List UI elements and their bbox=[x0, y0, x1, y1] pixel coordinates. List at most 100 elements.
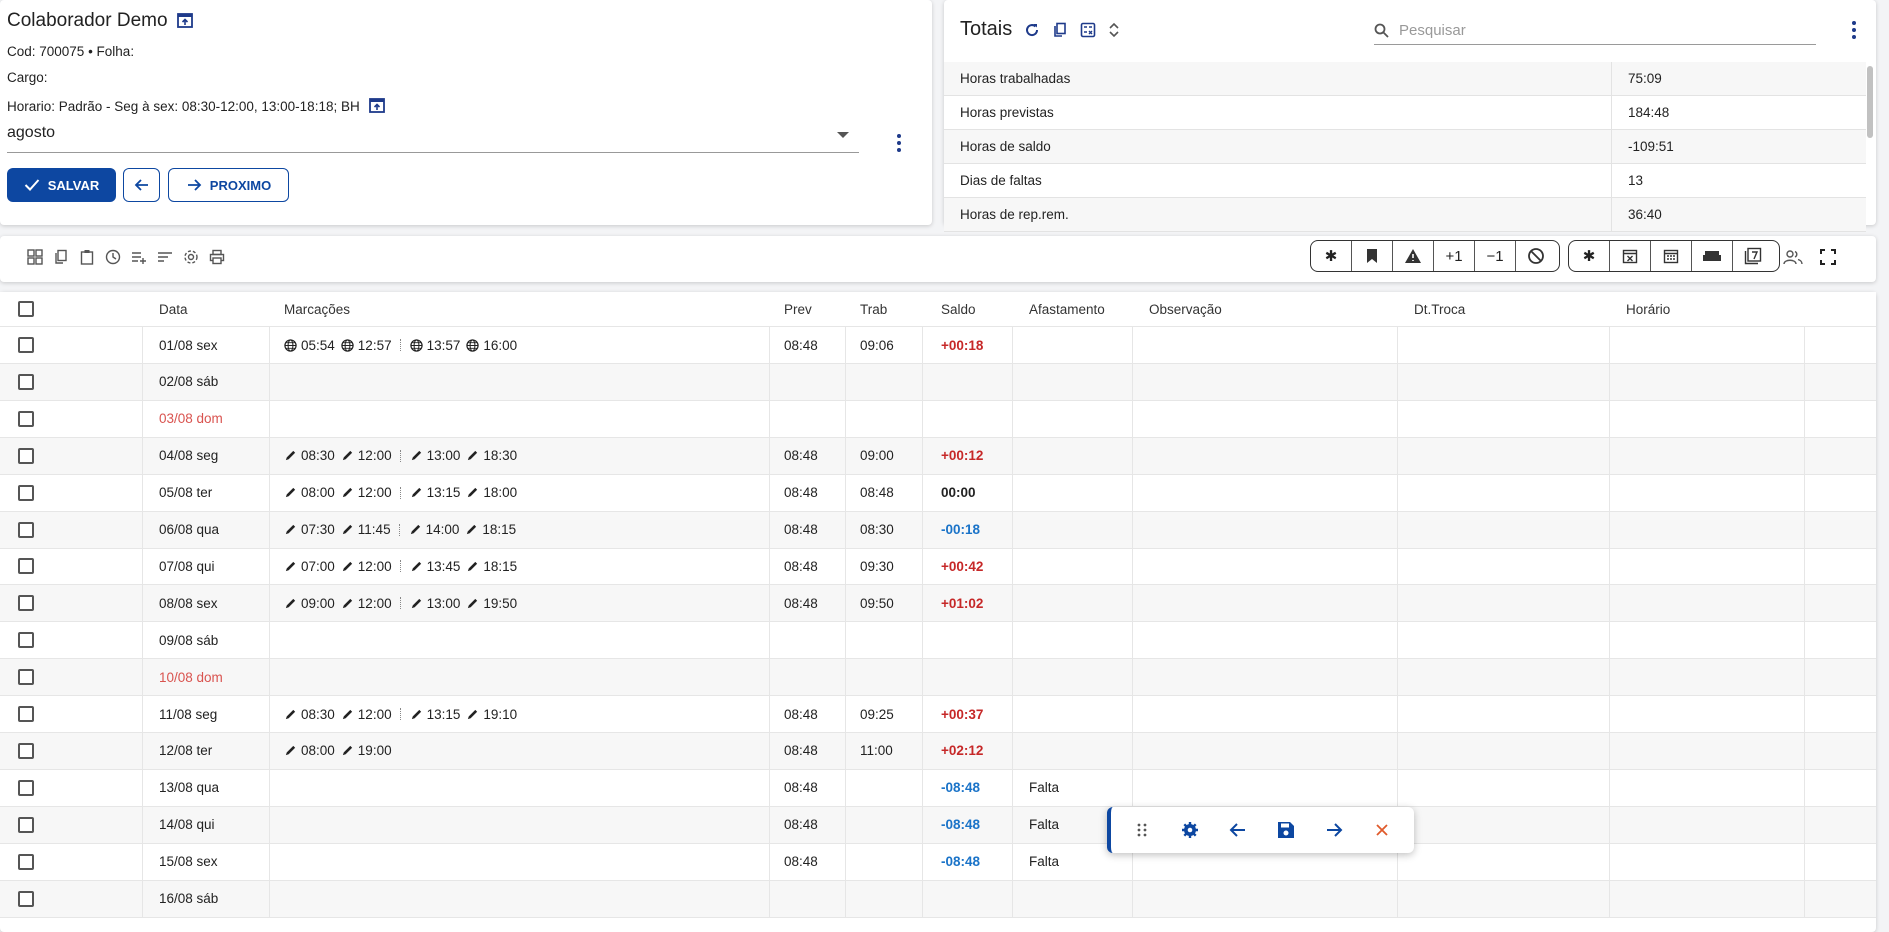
fullscreen-icon[interactable] bbox=[1818, 248, 1838, 266]
horario-cell[interactable] bbox=[1610, 363, 1805, 400]
observacao-cell[interactable] bbox=[1133, 880, 1398, 917]
row-checkbox[interactable] bbox=[18, 816, 34, 833]
previous-button[interactable] bbox=[123, 168, 160, 202]
punch[interactable]: 18:30 bbox=[466, 448, 517, 463]
dt-troca-cell[interactable] bbox=[1398, 732, 1610, 769]
dt-troca-cell[interactable] bbox=[1398, 400, 1610, 437]
dt-troca-cell[interactable] bbox=[1398, 806, 1610, 843]
print-icon[interactable] bbox=[208, 248, 226, 266]
row-checkbox[interactable] bbox=[18, 742, 34, 759]
horario-cell[interactable] bbox=[1610, 474, 1805, 511]
horario-cell[interactable] bbox=[1610, 327, 1805, 363]
punch[interactable]: 16:00 bbox=[466, 338, 517, 353]
marks-cell[interactable] bbox=[270, 363, 770, 400]
horario-cell[interactable] bbox=[1610, 769, 1805, 806]
sofa-icon[interactable] bbox=[1692, 241, 1733, 271]
marks-cell[interactable] bbox=[270, 880, 770, 917]
punch[interactable]: 12:57 bbox=[341, 338, 392, 353]
marks-cell[interactable] bbox=[270, 400, 770, 437]
select-all-checkbox[interactable] bbox=[18, 301, 34, 317]
afastamento-cell[interactable] bbox=[1013, 696, 1133, 732]
header-observacao[interactable]: Observação bbox=[1133, 292, 1398, 326]
horario-cell[interactable] bbox=[1610, 880, 1805, 917]
afastamento-cell[interactable] bbox=[1013, 327, 1133, 363]
save-icon[interactable] bbox=[1275, 819, 1297, 841]
observacao-cell[interactable] bbox=[1133, 659, 1398, 696]
clipboard-icon[interactable] bbox=[78, 248, 96, 266]
marks-cell[interactable] bbox=[270, 622, 770, 659]
arrow-left-icon[interactable] bbox=[1227, 819, 1249, 841]
marks-cell[interactable] bbox=[270, 769, 770, 806]
observacao-cell[interactable] bbox=[1133, 696, 1398, 732]
observacao-cell[interactable] bbox=[1133, 437, 1398, 474]
table-row[interactable]: 08/08 sex 09:00 12:00 13:00 19:50 08:48 09:50 +… bbox=[0, 585, 1876, 623]
observacao-cell[interactable] bbox=[1133, 327, 1398, 363]
row-checkbox[interactable] bbox=[18, 337, 34, 353]
marks-cell[interactable] bbox=[270, 659, 770, 696]
totals-more-icon[interactable] bbox=[1844, 18, 1864, 42]
row-checkbox[interactable] bbox=[18, 558, 34, 575]
horario-cell[interactable] bbox=[1610, 585, 1805, 622]
header-horario[interactable]: Horário bbox=[1610, 292, 1805, 326]
table-row[interactable]: 06/08 qua 07:30 11:45 14:00 18:15 08:48 08:30-… bbox=[0, 511, 1876, 549]
punch[interactable]: 13:45 bbox=[410, 559, 460, 574]
calculator-icon[interactable] bbox=[1080, 22, 1096, 38]
punch[interactable]: 19:10 bbox=[466, 707, 517, 722]
asterisk-chip-2[interactable]: ✱ bbox=[1569, 241, 1610, 271]
sort-icon[interactable] bbox=[156, 248, 174, 266]
horario-cell[interactable] bbox=[1610, 548, 1805, 585]
unfold-icon[interactable] bbox=[1108, 22, 1120, 38]
punch[interactable]: 08:00 bbox=[284, 485, 335, 500]
punch[interactable]: 08:30 bbox=[284, 707, 335, 722]
row-checkbox[interactable] bbox=[18, 595, 34, 612]
more-options-icon[interactable] bbox=[889, 131, 909, 155]
settings-icon[interactable] bbox=[1179, 819, 1201, 841]
scrollbar[interactable] bbox=[1867, 66, 1873, 138]
table-row[interactable]: 05/08 ter 08:00 12:00 13:15 18:00 08:48 08:48 0… bbox=[0, 474, 1876, 512]
clock-icon[interactable] bbox=[104, 248, 122, 266]
marks-cell[interactable]: 09:00 12:00 13:00 19:50 bbox=[270, 585, 770, 622]
arrow-right-icon[interactable] bbox=[1323, 819, 1345, 841]
punch[interactable]: 13:00 bbox=[410, 448, 460, 463]
punch[interactable]: 07:30 bbox=[284, 522, 335, 537]
header-trab[interactable]: Trab bbox=[846, 292, 923, 326]
afastamento-cell[interactable] bbox=[1013, 659, 1133, 696]
table-row[interactable]: 14/08 qui 08:48 -08:48 Falta bbox=[0, 806, 1876, 844]
refresh-icon[interactable] bbox=[1024, 22, 1040, 38]
marks-cell[interactable]: 07:30 11:45 14:00 18:15 bbox=[270, 511, 770, 548]
punch[interactable]: 08:00 bbox=[284, 743, 335, 758]
row-checkbox[interactable] bbox=[18, 779, 34, 796]
afastamento-cell[interactable] bbox=[1013, 400, 1133, 437]
punch[interactable]: 13:00 bbox=[410, 596, 460, 611]
punch[interactable]: 08:30 bbox=[284, 448, 335, 463]
observacao-cell[interactable] bbox=[1133, 400, 1398, 437]
table-row[interactable]: 07/08 qui 07:00 12:00 13:45 18:15 08:48 09:30 +… bbox=[0, 548, 1876, 586]
dt-troca-cell[interactable] bbox=[1398, 474, 1610, 511]
header-data[interactable]: Data bbox=[143, 292, 270, 326]
calendar-x-icon[interactable] bbox=[1610, 241, 1651, 271]
month-select[interactable]: agosto bbox=[7, 124, 859, 153]
table-row[interactable]: 01/08 sex 05:54 12:57 13:57 16:00 08:48 09:06 +… bbox=[0, 327, 1876, 364]
punch[interactable]: 12:00 bbox=[341, 559, 392, 574]
row-checkbox[interactable] bbox=[18, 410, 34, 427]
dt-troca-cell[interactable] bbox=[1398, 437, 1610, 474]
open-in-new-icon[interactable] bbox=[176, 13, 194, 29]
observacao-cell[interactable] bbox=[1133, 732, 1398, 769]
header-dt-troca[interactable]: Dt.Troca bbox=[1398, 292, 1610, 326]
punch[interactable]: 13:15 bbox=[410, 707, 460, 722]
marks-cell[interactable] bbox=[270, 806, 770, 843]
horario-cell[interactable] bbox=[1610, 622, 1805, 659]
row-checkbox[interactable] bbox=[18, 373, 34, 390]
afastamento-cell[interactable] bbox=[1013, 732, 1133, 769]
afastamento-cell[interactable] bbox=[1013, 511, 1133, 548]
marks-cell[interactable]: 08:30 12:00 13:00 18:30 bbox=[270, 437, 770, 474]
dt-troca-cell[interactable] bbox=[1398, 585, 1610, 622]
punch[interactable]: 13:57 bbox=[409, 338, 460, 353]
minus-one-chip[interactable]: −1 bbox=[1475, 241, 1516, 271]
dt-troca-cell[interactable] bbox=[1398, 659, 1610, 696]
afastamento-cell[interactable] bbox=[1013, 363, 1133, 400]
horario-cell[interactable] bbox=[1610, 732, 1805, 769]
save-button[interactable]: SALVAR bbox=[7, 168, 116, 202]
horario-cell[interactable] bbox=[1610, 437, 1805, 474]
afastamento-cell[interactable] bbox=[1013, 437, 1133, 474]
